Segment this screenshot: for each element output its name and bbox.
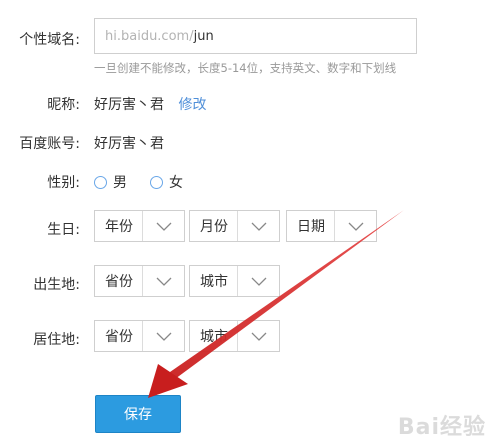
residence-city-select[interactable]: 城市: [189, 320, 280, 352]
birth-year-value: 年份: [105, 219, 133, 235]
gender-female-radio[interactable]: 女: [150, 172, 183, 192]
gender-male-radio[interactable]: 男: [94, 172, 127, 192]
residence-city-value: 城市: [200, 329, 228, 345]
edit-nickname-link[interactable]: 修改: [178, 97, 206, 113]
domain-input[interactable]: hi.baidu.com/jun: [94, 18, 417, 54]
chevron-down-icon: [142, 211, 184, 241]
birth-month-value: 月份: [200, 219, 228, 235]
domain-prefix: hi.baidu.com/: [105, 28, 194, 44]
birthday-label: 生日:: [47, 222, 80, 238]
birthplace-city-value: 城市: [200, 274, 228, 290]
nickname-value: 好厉害丶君 修改: [94, 94, 206, 114]
residence-province-value: 省份: [105, 329, 133, 345]
nickname-text: 好厉害丶君: [94, 97, 164, 113]
gender-female-label: 女: [169, 175, 183, 191]
chevron-down-icon: [334, 211, 376, 241]
gender-label: 性别:: [47, 175, 80, 191]
residence-label: 居住地:: [33, 332, 80, 348]
gender-male-label: 男: [113, 175, 127, 191]
chevron-down-icon: [237, 321, 279, 351]
domain-value: jun: [193, 28, 214, 44]
domain-label: 个性域名:: [19, 32, 80, 48]
birth-year-select[interactable]: 年份: [94, 210, 185, 242]
chevron-down-icon: [142, 321, 184, 351]
birthplace-city-select[interactable]: 城市: [189, 265, 280, 297]
baidu-jingyan-watermark: Bai经验: [397, 415, 486, 440]
radio-circle-icon: [94, 175, 107, 189]
chevron-down-icon: [142, 266, 184, 296]
save-button[interactable]: 保存: [95, 395, 181, 433]
birth-day-value: 日期: [297, 219, 325, 235]
account-value: 好厉害丶君: [94, 136, 164, 152]
account-label: 百度账号:: [19, 136, 80, 152]
chevron-down-icon: [237, 266, 279, 296]
chevron-down-icon: [237, 211, 279, 241]
residence-province-select[interactable]: 省份: [94, 320, 185, 352]
domain-hint: 一旦创建不能修改，长度5-14位，支持英文、数字和下划线: [94, 61, 397, 75]
nickname-label: 昵称:: [47, 97, 80, 113]
birth-month-select[interactable]: 月份: [189, 210, 280, 242]
radio-circle-icon: [150, 175, 163, 189]
birthplace-province-select[interactable]: 省份: [94, 265, 185, 297]
birthplace-label: 出生地:: [33, 277, 80, 293]
birthplace-province-value: 省份: [105, 274, 133, 290]
birth-day-select[interactable]: 日期: [286, 210, 377, 242]
